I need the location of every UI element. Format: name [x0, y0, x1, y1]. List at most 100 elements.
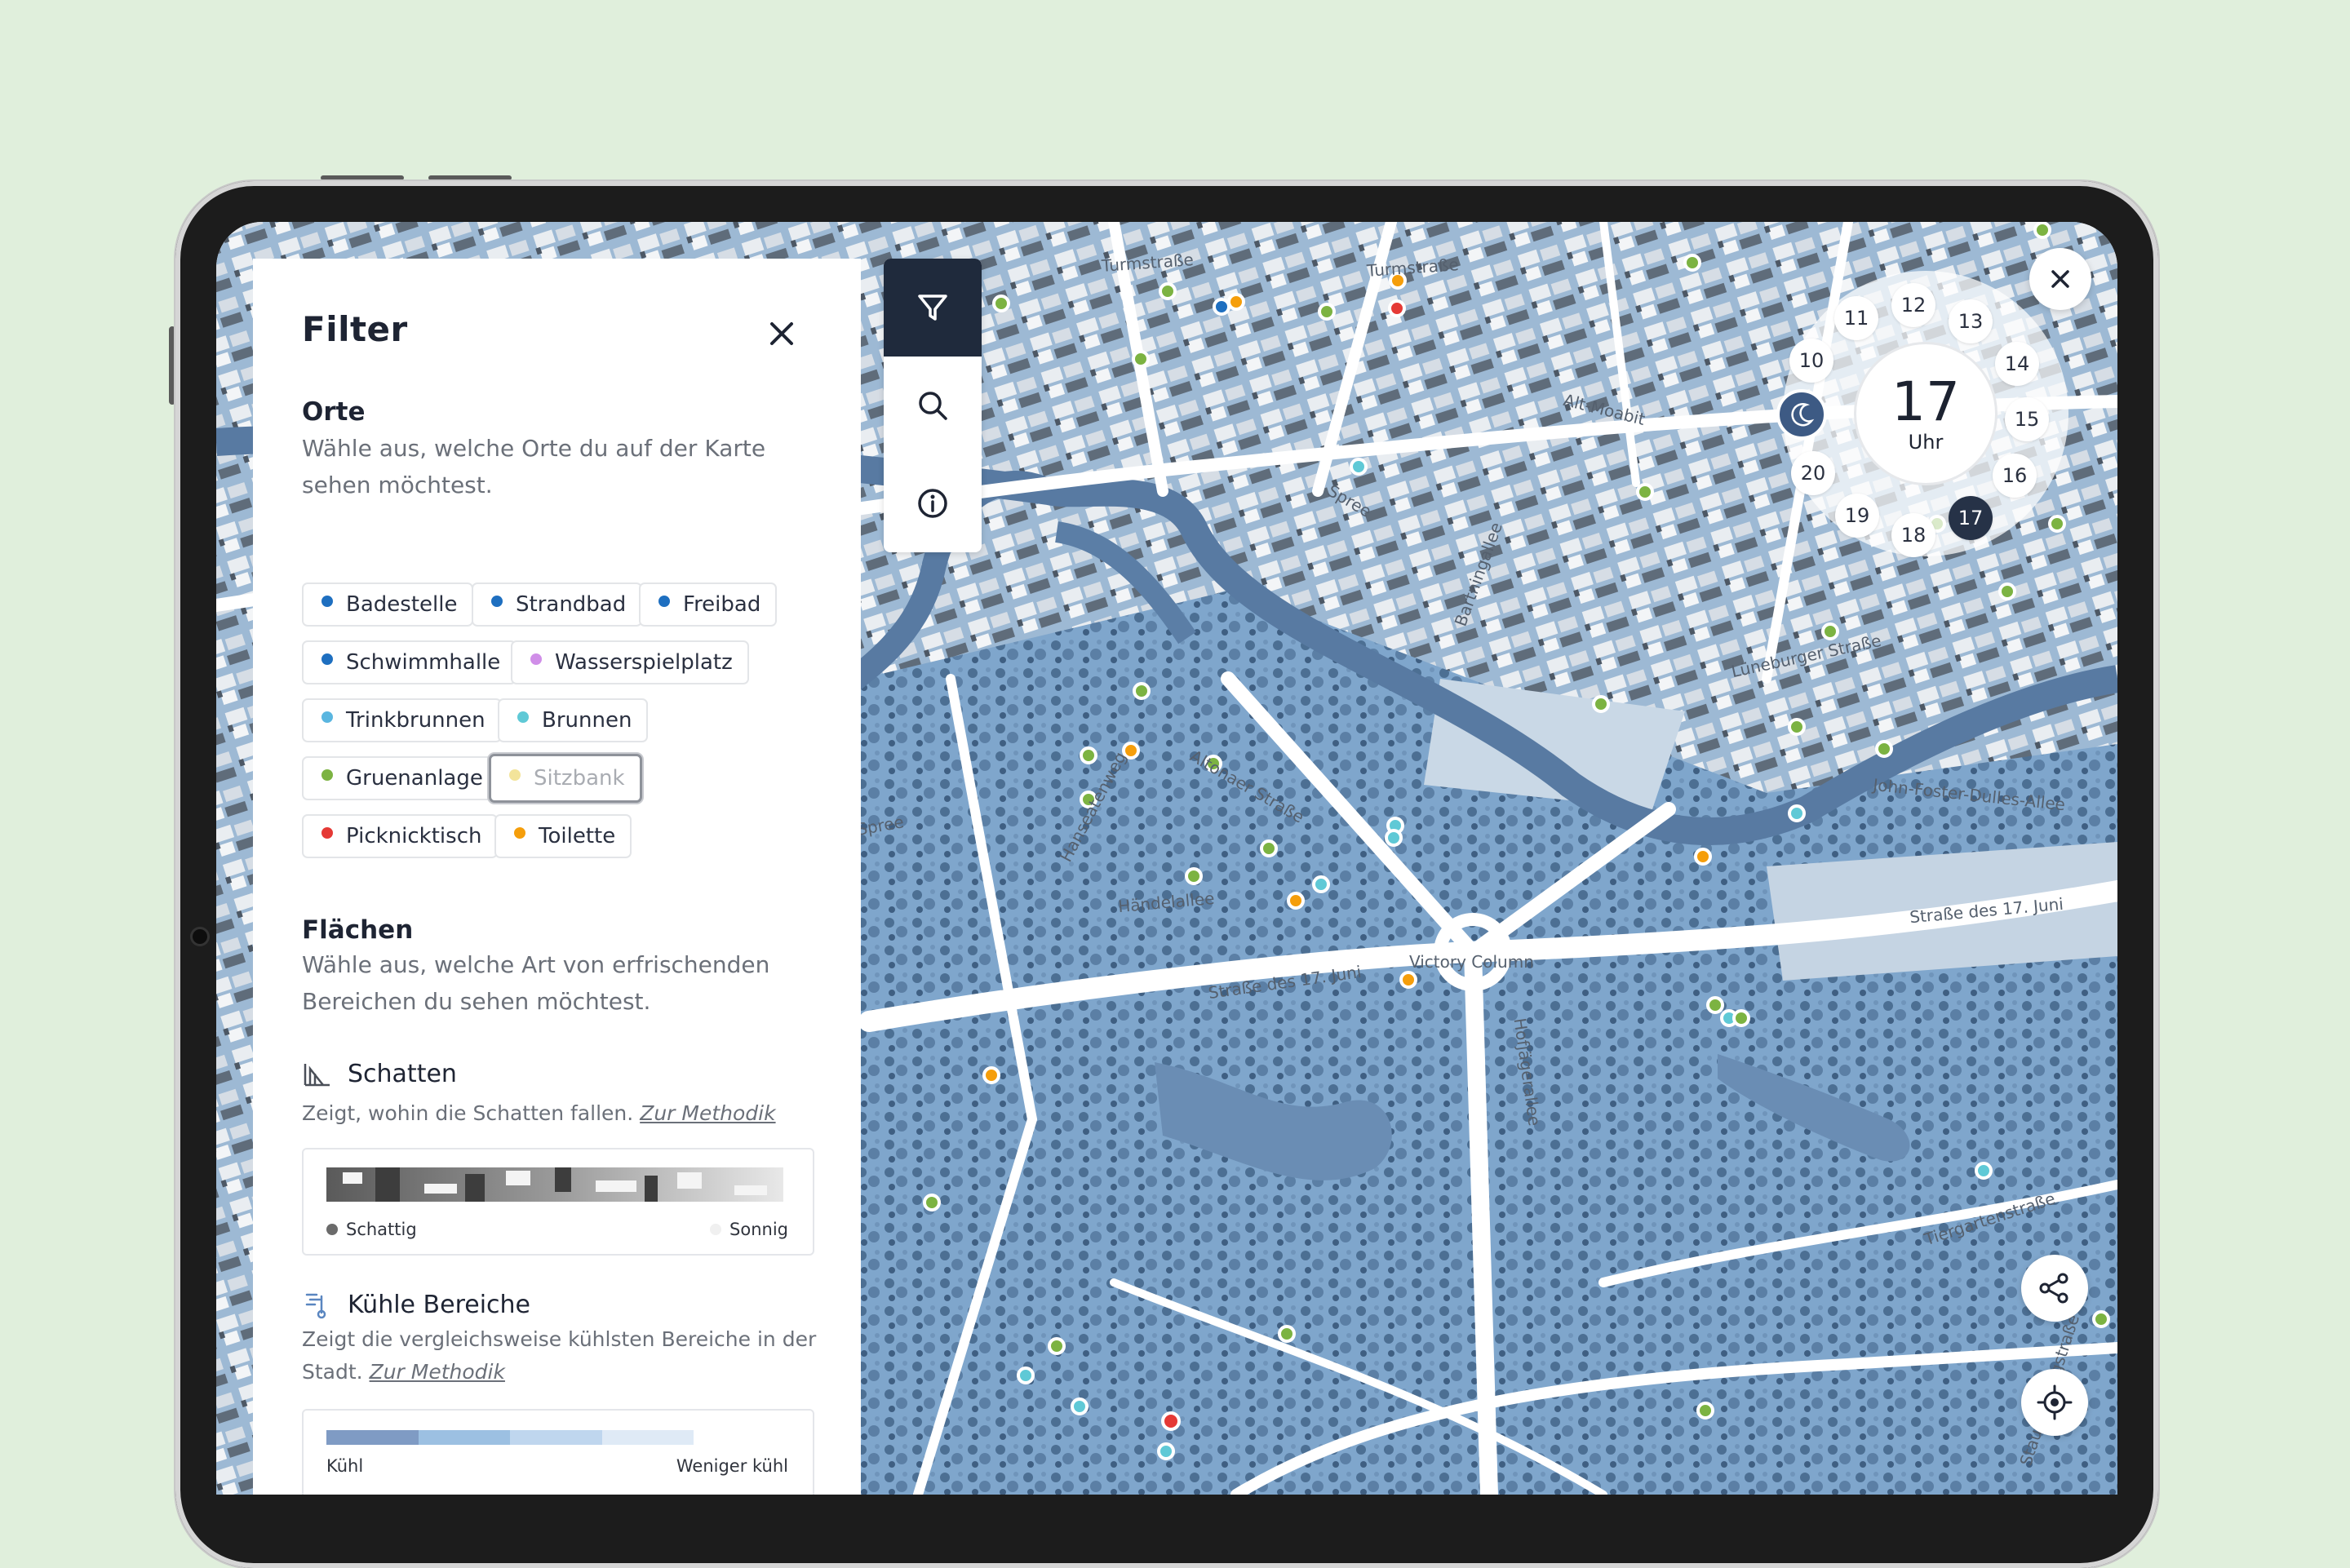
trinkbrunnen-dot-icon	[321, 711, 333, 723]
cool-legend-left: Kühl	[326, 1456, 364, 1476]
filter-panel-title: Filter	[302, 309, 408, 349]
cool-areas-icon	[305, 1293, 326, 1319]
chip-label: Strandbad	[516, 592, 627, 617]
chip-sitzbank[interactable]: Sitzbank	[489, 754, 642, 803]
areas-section-description: Wähle aus, welche Art von erfrischenden …	[302, 951, 770, 1015]
chip-trinkbrunnen[interactable]: Trinkbrunnen	[302, 698, 502, 742]
gruenanlage-dot-icon	[321, 769, 333, 781]
device-button-top-2	[428, 175, 512, 180]
hour-18[interactable]: 18	[1891, 513, 1935, 557]
moon-icon	[1791, 403, 1815, 427]
cool-areas-methodology-link[interactable]: Zur Methodik	[370, 1360, 505, 1384]
chip-label: Sitzbank	[534, 766, 625, 791]
search-icon	[919, 392, 947, 420]
shadow-legend-left-text: Schattig	[346, 1220, 417, 1239]
shadow-legend: Schattig Sonnig	[302, 1148, 814, 1256]
cool-gradient-bar	[326, 1430, 694, 1445]
cool-areas-legend: Kühl Weniger kühl	[302, 1409, 814, 1495]
hour-11[interactable]: 11	[1834, 296, 1878, 340]
chip-brunnen[interactable]: Brunnen	[498, 698, 649, 742]
filter-icon	[918, 295, 947, 321]
app-screen: Turmstraße Turmstraße Alt-Moabit Spree B…	[216, 222, 2117, 1495]
device-button-top-1	[321, 175, 404, 180]
close-filter-button[interactable]	[764, 316, 800, 352]
shadow-description: Zeigt, wohin die Schatten fallen. Zur Me…	[302, 1097, 824, 1130]
badestelle-dot-icon	[321, 596, 333, 607]
shadow-gradient-bar	[326, 1167, 783, 1202]
chip-picknicktisch[interactable]: Picknicktisch	[302, 814, 499, 858]
hour-15[interactable]: 15	[2005, 397, 2049, 441]
cool-step	[510, 1430, 602, 1445]
sitzbank-dot-icon	[509, 769, 521, 781]
shadow-title: Schatten	[348, 1060, 457, 1088]
close-time-dial-button[interactable]	[2029, 248, 2091, 310]
hour-17[interactable]: 17	[1949, 496, 1993, 540]
time-dial: 10 11 12 13 14 15 16 17 18 19 20 17 Uhr	[1776, 271, 2068, 557]
selected-hour: 17	[1891, 370, 1960, 433]
hour-16[interactable]: 16	[1993, 454, 2037, 498]
cool-step	[326, 1430, 419, 1445]
tablet-camera	[190, 927, 210, 946]
info-button[interactable]	[884, 454, 982, 552]
locate-icon	[2037, 1384, 2073, 1420]
areas-section-title: Flächen	[302, 915, 414, 945]
hour-13[interactable]: 13	[1949, 299, 1993, 343]
cool-step	[601, 1430, 694, 1445]
map-label: Victory Column	[1409, 952, 1534, 972]
toilette-dot-icon	[514, 827, 525, 839]
chip-label: Gruenanlage	[346, 766, 483, 791]
cool-areas-description: Zeigt die vergleichsweise kühlsten Berei…	[302, 1323, 824, 1389]
shady-dot-icon	[326, 1224, 338, 1235]
shadow-toggle[interactable]: Schatten	[302, 1060, 457, 1088]
sunny-dot-icon	[710, 1224, 722, 1235]
filter-panel: Filter Orte Wähle aus, welche Orte du au…	[253, 259, 861, 1495]
close-icon	[2051, 270, 2069, 288]
places-section-description: Wähle aus, welche Orte du auf der Karte …	[302, 435, 766, 498]
map-toolbar	[884, 259, 982, 552]
device-side-button	[169, 326, 175, 405]
shadow-methodology-link[interactable]: Zur Methodik	[640, 1101, 775, 1125]
locate-me-button[interactable]	[2021, 1369, 2088, 1436]
selected-hour-unit: Uhr	[1908, 431, 1944, 454]
share-button[interactable]	[2021, 1255, 2088, 1322]
hour-20[interactable]: 20	[1791, 451, 1835, 495]
chip-wasserspielplatz[interactable]: Wasserspielplatz	[511, 640, 749, 684]
shadow-description-text: Zeigt, wohin die Schatten fallen.	[302, 1101, 634, 1125]
hour-10[interactable]: 10	[1789, 339, 1833, 383]
shadow-legend-right-text: Sonnig	[729, 1220, 788, 1239]
night-mode-button[interactable]	[1776, 389, 1827, 440]
chip-gruenanlage[interactable]: Gruenanlage	[302, 756, 499, 800]
chip-schwimmhalle[interactable]: Schwimmhalle	[302, 640, 517, 684]
shadow-legend-left: Schattig	[326, 1220, 417, 1239]
cool-areas-toggle[interactable]: Kühle Bereiche	[302, 1290, 530, 1319]
cool-areas-title: Kühle Bereiche	[348, 1290, 531, 1319]
brunnen-dot-icon	[517, 711, 529, 723]
chip-badestelle[interactable]: Badestelle	[302, 582, 474, 627]
chip-label: Toilette	[539, 824, 616, 848]
chip-label: Schwimmhalle	[346, 650, 501, 675]
hour-14[interactable]: 14	[1995, 342, 2039, 386]
chip-label: Picknicktisch	[346, 824, 482, 848]
search-button[interactable]	[884, 357, 982, 454]
selected-time-display: 17 Uhr	[1854, 342, 1998, 485]
chip-label: Freibad	[683, 592, 761, 617]
info-icon	[918, 489, 947, 518]
hour-12[interactable]: 12	[1891, 283, 1935, 327]
places-section-title: Orte	[302, 397, 366, 427]
chip-label: Trinkbrunnen	[346, 708, 486, 733]
filter-button[interactable]	[884, 259, 982, 357]
cool-step	[418, 1430, 510, 1445]
freibad-dot-icon	[658, 596, 670, 607]
chip-label: Wasserspielplatz	[555, 650, 733, 675]
strandbad-dot-icon	[491, 596, 503, 607]
close-icon	[770, 322, 793, 345]
picknicktisch-dot-icon	[321, 827, 333, 839]
shadow-legend-right: Sonnig	[710, 1220, 788, 1239]
chip-toilette[interactable]: Toilette	[494, 814, 632, 858]
chip-strandbad[interactable]: Strandbad	[472, 582, 643, 627]
chip-label: Brunnen	[542, 708, 632, 733]
share-icon	[2039, 1273, 2068, 1304]
schwimmhalle-dot-icon	[321, 653, 333, 665]
chip-freibad[interactable]: Freibad	[639, 582, 778, 627]
hour-19[interactable]: 19	[1835, 494, 1879, 538]
